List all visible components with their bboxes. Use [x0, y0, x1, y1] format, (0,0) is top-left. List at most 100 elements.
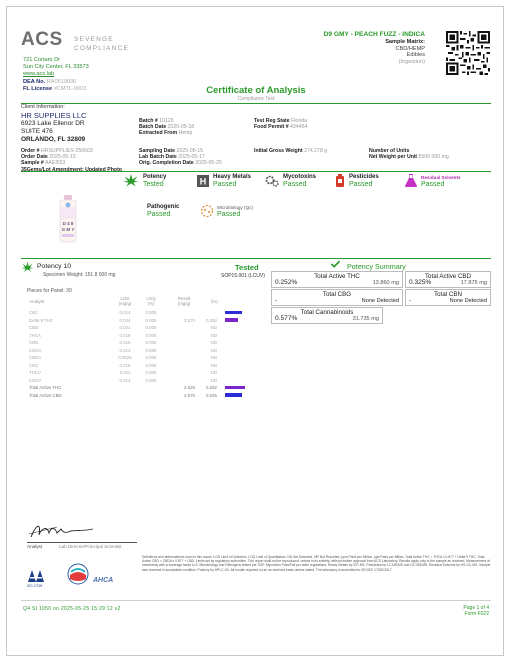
badge-pesticides: Pesticides Passed [349, 174, 379, 188]
state-seal-icon [67, 563, 89, 585]
analyte-pct: 0.252 [206, 317, 217, 323]
batch-date-value: 2025-05-18 [167, 124, 195, 131]
badge-mycotoxins: Mycotoxins Passed [283, 174, 316, 188]
summary-total-cbn-label: Total CBN [434, 291, 462, 298]
sample-label: Sample # [21, 160, 44, 167]
badge-mycotoxins-status: Passed [283, 181, 307, 188]
qr-code-icon[interactable] [446, 31, 490, 75]
product-meta: Sample Matrix: CBD/HEMP Edibles (Ingesti… [385, 39, 425, 65]
analyte-name: CBGA [29, 347, 42, 353]
analyte-pct: ND [210, 370, 217, 375]
certificate-title: Certificate of Analysis [206, 85, 306, 96]
product-title: D9 GMY - PEACH FUZZ - INDICA [323, 31, 425, 38]
analyte-pct: ND [210, 340, 217, 345]
accreditation-caption: ISO 17025 [27, 584, 43, 588]
badge-residual-solvents-label: Residual Solvents [421, 175, 461, 180]
lab-address-street: 721 Cortaro Dr [23, 57, 60, 63]
analyte-lod: 0.014 [119, 310, 131, 315]
extracted-label: Extracted From [139, 130, 178, 137]
initial-gross-label: Initial Gross Weight [254, 148, 303, 154]
badge-pesticides-label: Pesticides [349, 174, 379, 180]
summary-total-cbg-mg: None Detected [361, 298, 399, 304]
batch-info: Batch # 10126 Batch Date 2025-05-18 Extr… [139, 118, 194, 137]
signer-label: Analyst [27, 544, 43, 549]
analyte-name: CBDV [29, 377, 42, 383]
analyte-lod: 0.018 [119, 332, 131, 338]
potency-table: Analyte LOD (mg/g) LOQ (%) Result (mg/g)… [27, 296, 257, 398]
client-address-2: SUITE 476 [21, 128, 53, 135]
summary-total-thc: Total Active THC 0.252% 13.860 mg [271, 271, 403, 288]
analyte-name: CBD [29, 325, 39, 330]
acs-logo: ACS [21, 29, 63, 50]
analyst-signature [28, 525, 94, 538]
analyte-pct: ND [210, 347, 217, 353]
lab-website[interactable]: www.acs.lab [23, 71, 89, 78]
sample-matrix-label: Sample Matrix: [385, 39, 425, 45]
analyte-name: THCV [29, 370, 41, 375]
analyte-loq: 0.005 [145, 332, 157, 338]
analyte-lod: 0.013 [119, 347, 131, 353]
lab-batch-date-label: Lab Batch Date [139, 154, 177, 161]
sampling-date-label: Sampling Date [139, 148, 176, 154]
svg-text:G M Y: G M Y [62, 227, 75, 232]
analyte-pct: 0.325 [206, 392, 217, 398]
badge-residual-solvents-status: Passed [421, 181, 445, 188]
cannabis-leaf-icon [123, 174, 139, 187]
test-reg-label: Test Reg State [254, 118, 290, 124]
microbiology-icon [200, 204, 214, 218]
badge-heavy-metals-label: Heavy Metals [213, 174, 252, 180]
badge-pesticides-status: Passed [349, 181, 373, 188]
divider-badges [21, 171, 491, 172]
food-permit-label: Food Permit # [254, 124, 289, 131]
summary-total-cbd-mg: 17.875 mg [460, 280, 487, 286]
analyte-loq: 0.005 [145, 310, 157, 315]
extracted-value: Hemp [178, 130, 193, 137]
analyte-name: THCA [29, 332, 41, 338]
form-id: Form F022 [464, 611, 489, 617]
summary-total-cbg-label: Total CBG [322, 291, 352, 298]
badge-potency: Potency Tested [143, 174, 166, 188]
accreditation-logo-icon [28, 570, 44, 582]
analyte-bar [225, 385, 245, 389]
lab-address-city: Sun City Center, FL 33573 [23, 64, 89, 71]
analyte-loq: 0.005 [145, 362, 157, 368]
batch-date-label: Batch Date [139, 124, 167, 131]
order-info: Order # HRSUPPLIES-250603 Order Date 202… [21, 148, 122, 173]
badge-pathogenic-status: Passed [147, 211, 171, 218]
fine-print: Definitions and abbreviations used in th… [142, 555, 491, 572]
analyte-pct: ND [210, 332, 217, 338]
pesticides-icon [336, 174, 344, 187]
badge-microbiology-status: Passed [217, 211, 241, 218]
analyte-loq: 0.005 [145, 377, 157, 383]
ahca-logo: AHCA [93, 577, 114, 584]
svg-text:H: H [200, 177, 207, 187]
potency-leaf-icon [21, 262, 34, 272]
badge-microbiology: Microbiology (Qc) Passed [217, 204, 253, 218]
signer-title: Lab Director/Principal Scientist [59, 544, 122, 549]
analyte-bar [225, 393, 242, 397]
order-date-label: Order Date [21, 154, 48, 161]
analyte-name: Delta 9 THC [29, 317, 54, 323]
summary-total-cannabinoids-pct: 0.577% [275, 315, 298, 322]
badge-residual-solvents: Residual Solvents Passed [421, 174, 461, 188]
analyte-pct: ND [210, 325, 217, 330]
analyte-loq: 0.005 [145, 355, 157, 360]
summary-total-cbn-mg: None Detected [449, 298, 487, 304]
summary-total-cbd: Total Active CBD 0.325% 17.875 mg [405, 271, 491, 288]
analyte-result: 2.520 [184, 385, 195, 390]
sampling-info: Sampling Date 2025-05-15 Lab Batch Date … [139, 148, 222, 167]
analyte-loq: 0.005 [145, 340, 157, 345]
analyte-name: Total Active THC [29, 385, 62, 390]
divider-top [21, 103, 491, 104]
sample-value: AAEI553 [44, 160, 66, 167]
logo-subtitle: SEVENGE COMPLIANCE [74, 35, 129, 53]
analyte-pct: ND [210, 355, 217, 360]
potency-method: SOP15.001 (LCUV) [221, 273, 265, 279]
summary-total-thc-mg: 13.860 mg [372, 280, 399, 286]
badge-heavy-metals: Heavy Metals Passed [213, 174, 251, 188]
analyte-loq: 0.005 [145, 370, 157, 375]
summary-total-cbd-pct: 0.325% [409, 279, 432, 286]
analyte-lod: 0.011 [119, 370, 131, 375]
client-info-label: Client Information: [21, 104, 65, 110]
analyte-name: CBG [29, 362, 39, 368]
